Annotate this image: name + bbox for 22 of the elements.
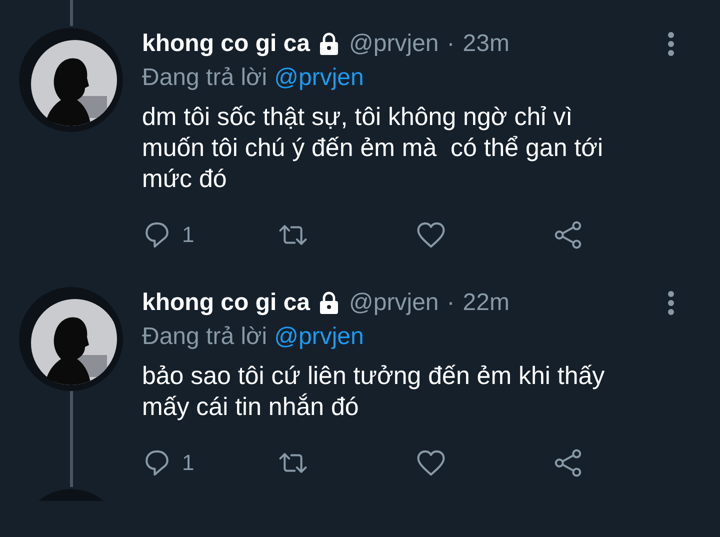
user-name[interactable]: khong co gi ca xyxy=(142,30,310,58)
more-menu-icon[interactable] xyxy=(667,290,675,316)
reply-count: 1 xyxy=(182,222,194,248)
separator-dot: · xyxy=(446,30,455,58)
timestamp[interactable]: 22m xyxy=(462,289,510,317)
separator-dot: · xyxy=(446,289,455,317)
share-icon[interactable] xyxy=(553,220,583,250)
mention-link[interactable]: @prvjen xyxy=(274,323,364,351)
reply-count: 1 xyxy=(182,450,194,476)
heart-icon[interactable] xyxy=(416,220,446,250)
heart-icon[interactable] xyxy=(416,448,446,478)
share-icon[interactable] xyxy=(553,448,583,478)
mention-link[interactable]: @prvjen xyxy=(274,64,364,92)
user-handle[interactable]: @prvjen xyxy=(349,30,439,58)
user-handle[interactable]: @prvjen xyxy=(349,289,439,317)
user-name[interactable]: khong co gi ca xyxy=(142,289,310,317)
timestamp[interactable]: 23m xyxy=(462,30,510,58)
replying-to-label: Đang trả lời xyxy=(142,64,268,92)
replying-to-label: Đang trả lời xyxy=(142,323,268,351)
tweet-text: bảo sao tôi cứ liên tưởng đến ẻm khi thấy mấy cái tin nhắn đó xyxy=(142,361,606,423)
more-menu-icon[interactable] xyxy=(667,31,675,57)
tweet-text: dm tôi sốc thật sự, tôi không ngờ chỉ vì muốn tôi chú ý đến ẻm mà có thể gan tới mức đó xyxy=(142,102,604,195)
